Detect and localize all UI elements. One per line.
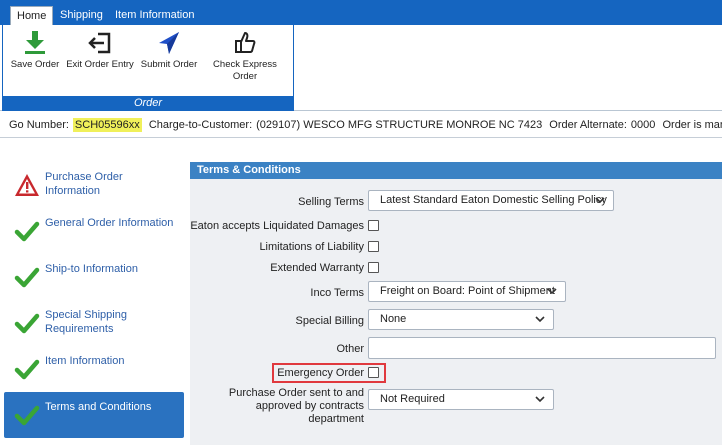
check-icon [14,359,40,380]
check-icon [14,267,40,288]
exit-icon [88,32,111,54]
check-icon [14,221,40,242]
check-icon [14,313,40,334]
nav-item-purchase-order-information[interactable]: Purchase Order Information [4,162,184,208]
exit-order-entry-label: Exit Order Entry [66,59,134,70]
charge-to-customer-label: Charge-to-Customer: [148,119,253,131]
extended-warranty-label: Extended Warranty [270,262,364,274]
po-sent-approved-label: Purchase Order sent to and approved by c… [228,387,364,425]
inco-terms-value: Freight on Board: Point of Shipment [380,285,555,297]
warning-icon [15,174,39,196]
charge-to-customer-value: (029107) WESCO MFG STRUCTURE MONROE NC 7… [256,119,543,131]
check-icon [14,405,40,426]
chevron-down-icon [547,288,557,295]
tab-item-information[interactable]: Item Information [115,6,194,25]
nav-item-label: Special Shipping Requirements [45,309,127,335]
emergency-order-callout [272,363,386,383]
other-input[interactable] [368,337,716,359]
tab-home[interactable]: Home [10,6,54,25]
po-sent-approved-select[interactable]: Not Required [368,389,554,410]
check-express-order-button[interactable]: Check Express Order [209,29,281,83]
save-icon [25,31,45,54]
submit-order-button[interactable]: Submit Order [138,29,200,71]
check-express-order-label: Check Express Order [213,59,277,82]
go-number-label: Go Number: [9,119,69,131]
limitations-of-liability-checkbox[interactable] [368,241,379,252]
tab-shipping[interactable]: Shipping [60,6,103,25]
liquidated-damages-checkbox[interactable] [368,220,379,231]
save-order-button[interactable]: Save Order [7,29,63,71]
nav-item-ship-to-information[interactable]: Ship-to Information [4,254,184,300]
nav-item-general-order-information[interactable]: General Order Information [4,208,184,254]
thumbs-up-icon [235,32,256,53]
save-order-label: Save Order [10,59,60,70]
order-info-strip: Go Number: SCH05596xx Charge-to-Customer:… [0,112,722,138]
submit-order-label: Submit Order [140,59,198,70]
nav-item-item-information[interactable]: Item Information [4,346,184,392]
send-icon [159,32,179,54]
inco-terms-select[interactable]: Freight on Board: Point of Shipment [368,281,566,302]
nav-item-terms-and-conditions[interactable]: Terms and Conditions [4,392,184,438]
selling-terms-label: Selling Terms [298,196,364,208]
other-label: Other [336,343,364,355]
nav-item-special-shipping-requirements[interactable]: Special Shipping Requirements [4,300,184,346]
limitations-of-liability-label: Limitations of Liability [259,241,364,253]
order-alternate-label: Order Alternate: [549,119,627,131]
terms-conditions-panel: Terms & Conditions Selling Terms Latest … [190,162,722,445]
po-sent-approved-value: Not Required [380,393,445,405]
nav-item-label: Ship-to Information [45,263,138,275]
special-billing-select[interactable]: None [368,309,554,330]
panel-title: Terms & Conditions [190,162,722,179]
chevron-down-icon [535,396,545,403]
order-group: Save Order Exit Order Entry Submit Order… [2,25,294,111]
order-alternate-value: 0000 [630,119,656,131]
group-label: Order [3,96,293,110]
special-billing-value: None [380,313,407,325]
selling-terms-value: Latest Standard Eaton Domestic Selling P… [380,194,607,206]
exit-order-entry-button[interactable]: Exit Order Entry [65,29,135,71]
inco-terms-label: Inco Terms [310,287,364,299]
step-navigation: Purchase Order Information General Order… [4,162,184,438]
managed-by-text: Order is managed by [662,119,722,131]
chevron-down-icon [535,316,545,323]
nav-item-label: General Order Information [45,217,174,229]
ribbon-tab-bar: Home Shipping Item Information [0,0,722,25]
nav-item-label: Item Information [45,355,125,367]
extended-warranty-checkbox[interactable] [368,262,379,273]
chevron-down-icon [595,197,605,204]
special-billing-label: Special Billing [295,315,364,327]
ribbon: Save Order Exit Order Entry Submit Order… [0,25,722,111]
nav-item-label: Purchase Order Information [45,171,123,197]
go-number-value: SCH05596xx [72,118,142,132]
selling-terms-select[interactable]: Latest Standard Eaton Domestic Selling P… [368,190,614,211]
nav-item-label: Terms and Conditions [45,401,152,413]
liquidated-damages-label: Eaton accepts Liquidated Damages [190,220,364,232]
